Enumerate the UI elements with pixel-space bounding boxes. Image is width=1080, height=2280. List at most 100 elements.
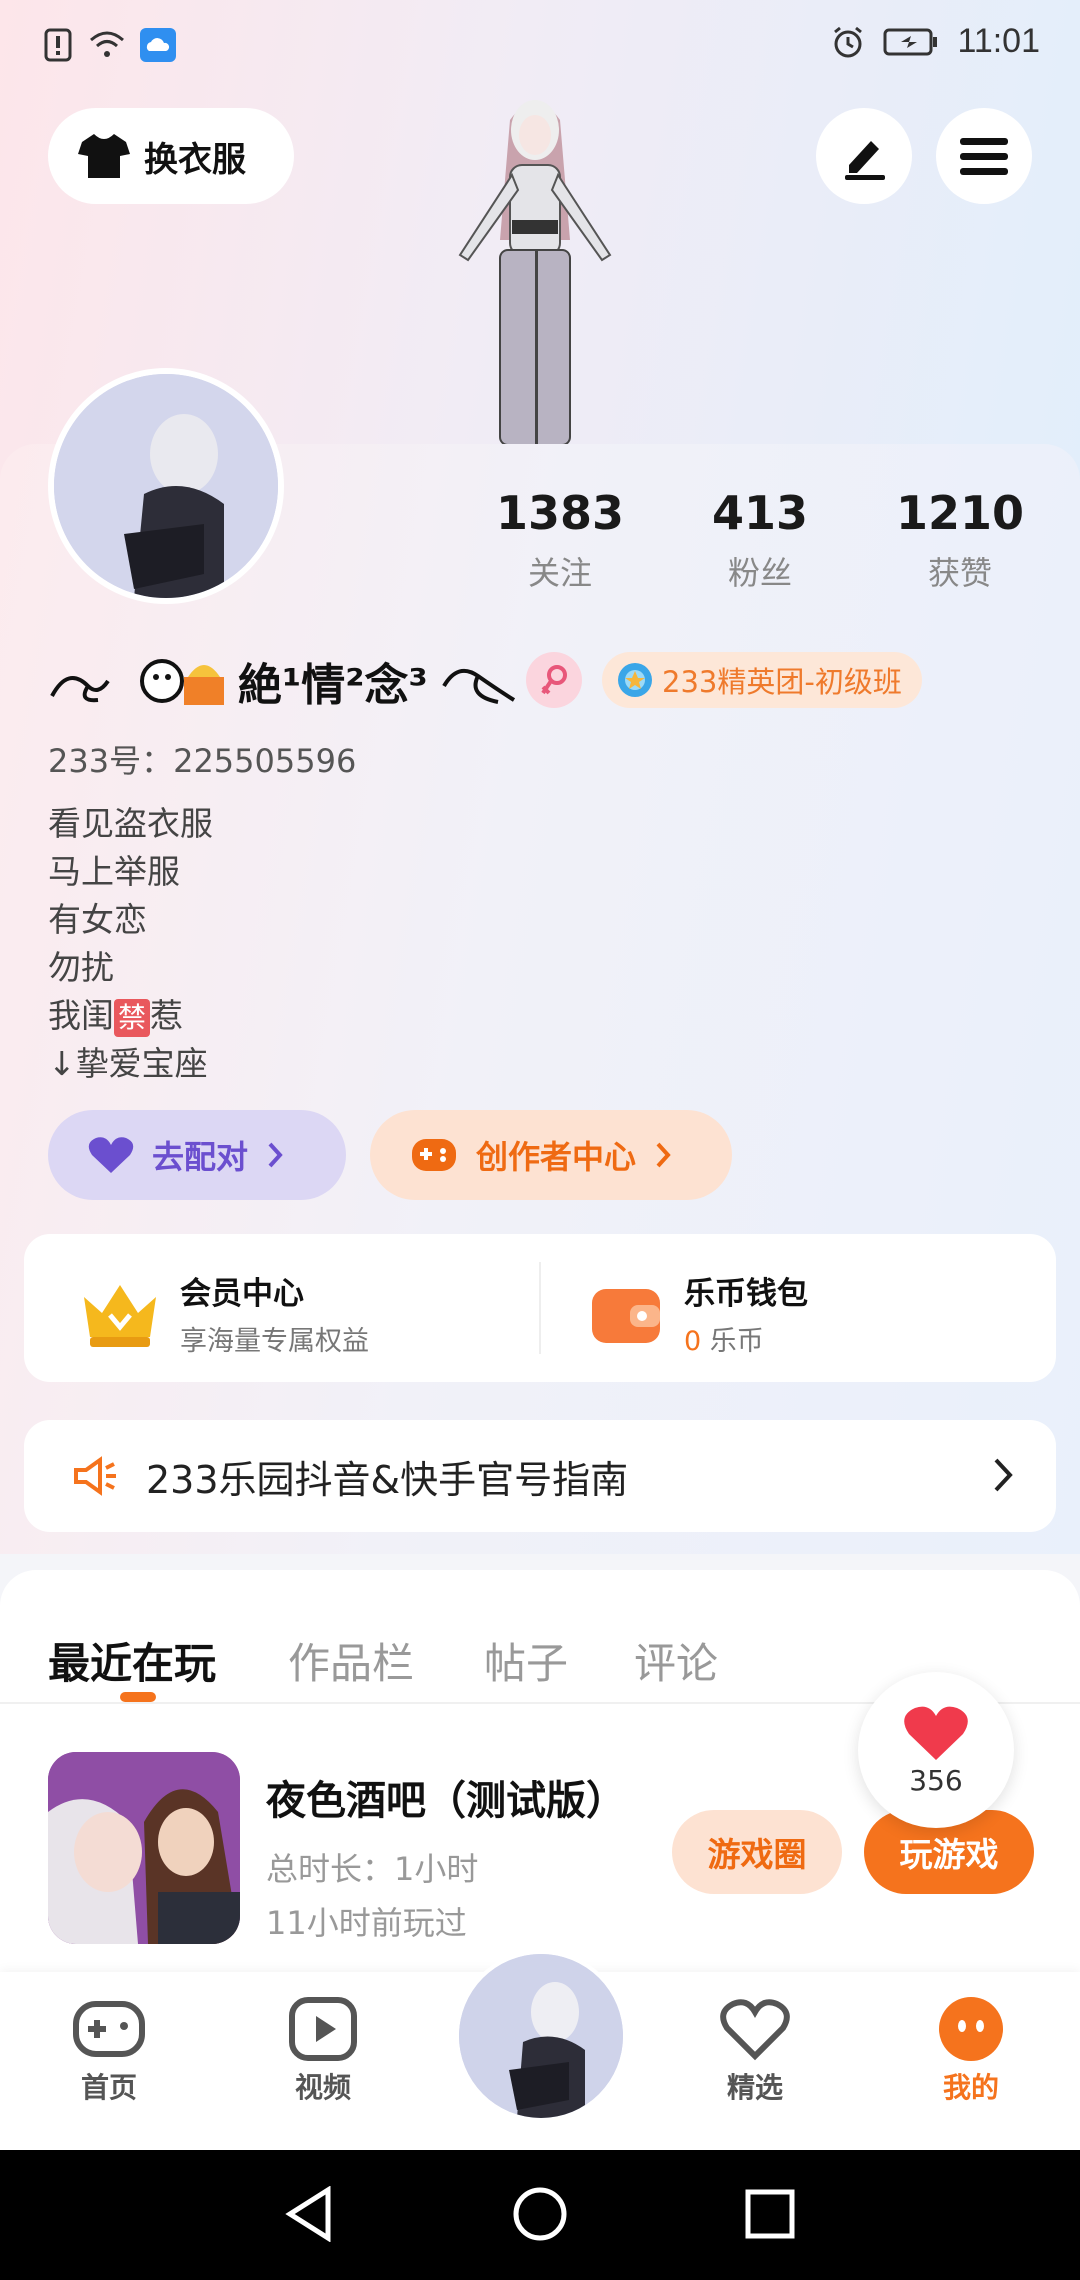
chevron-right-icon xyxy=(268,1142,283,1168)
creator-center-button[interactable]: 创作者中心 xyxy=(370,1110,732,1200)
heart-chat-icon xyxy=(720,1999,790,2061)
nav-avatar-image xyxy=(459,1954,623,2118)
tshirt-icon xyxy=(78,134,130,178)
like-count: 356 xyxy=(909,1763,963,1797)
membership-wallet-card: 会员中心 享海量专属权益 乐币钱包 0 乐币 xyxy=(24,1234,1056,1382)
game-cover-art xyxy=(48,1752,240,1944)
wallet-divider xyxy=(539,1262,541,1354)
stat-fans-label: 粉丝 xyxy=(727,554,792,592)
status-time: 11:01 xyxy=(957,22,1040,60)
nav-featured-label: 精选 xyxy=(726,2071,783,2104)
vip-center-subtitle: 享海量专属权益 xyxy=(180,1326,369,1357)
hamburger-menu-icon xyxy=(960,138,1008,175)
battery-icon xyxy=(883,28,938,55)
home-circle-icon[interactable] xyxy=(512,2186,568,2242)
chevron-right-icon xyxy=(656,1142,671,1168)
bio-line: 勿扰 xyxy=(48,948,114,987)
nav-home[interactable]: 首页 xyxy=(34,1996,184,2106)
chevron-right-icon xyxy=(994,1458,1013,1492)
avatar-character-image xyxy=(54,374,278,598)
bio-line: 看见盗衣服 xyxy=(48,804,213,843)
game-thumbnail[interactable] xyxy=(48,1752,240,1944)
gamepad-home-icon xyxy=(73,2001,145,2057)
coin-wallet-balance: 0 乐币 xyxy=(684,1319,808,1358)
game-title: 夜色酒吧（测试版） xyxy=(266,1778,626,1824)
game-circle-button[interactable]: 游戏圈 xyxy=(672,1810,842,1894)
bio-ban-chip: 禁 xyxy=(114,999,151,1037)
stat-likes-label: 获赞 xyxy=(927,554,992,592)
bio: 看见盗衣服 马上举服 有女恋 勿扰 我闺禁惹 ↓挚爱宝座 xyxy=(48,800,213,1088)
notice-banner[interactable]: 233乐园抖音&快手官号指南 xyxy=(24,1420,1056,1532)
game-last-played: 11小时前玩过 xyxy=(266,1904,467,1942)
crown-icon xyxy=(84,1285,156,1347)
bio-line: 有女恋 xyxy=(48,900,147,939)
change-outfit-button[interactable]: 换衣服 xyxy=(48,108,294,204)
stat-fans-value: 413 xyxy=(711,486,809,540)
bio-line: 我闺禁惹 xyxy=(48,992,213,1040)
coin-wallet-item[interactable]: 乐币钱包 0 乐币 xyxy=(588,1268,808,1358)
user-id: 233号：225505596 xyxy=(48,742,357,780)
wallet-icon xyxy=(592,1289,660,1343)
female-symbol-icon xyxy=(541,665,567,695)
like-bubble[interactable]: 356 xyxy=(858,1672,1014,1828)
recents-square-icon[interactable] xyxy=(744,2186,796,2242)
tab-indicator xyxy=(120,1692,156,1702)
change-outfit-label: 换衣服 xyxy=(144,139,246,180)
bio-line: ↓挚爱宝座 xyxy=(48,1044,208,1083)
nav-mine-label: 我的 xyxy=(942,2071,999,2104)
cloud-app-icon xyxy=(140,28,176,62)
creator-center-label: 创作者中心 xyxy=(476,1138,637,1176)
red-heart-icon xyxy=(904,1706,968,1760)
stat-following-label: 关注 xyxy=(527,554,592,592)
profile-face-icon xyxy=(939,1997,1003,2061)
alert-icon xyxy=(44,28,72,62)
nav-center-avatar[interactable] xyxy=(455,1950,627,2122)
status-bar: 11:01 xyxy=(0,0,1080,92)
profile-avatar[interactable] xyxy=(48,368,284,604)
stat-fans[interactable]: 413 粉丝 xyxy=(660,486,860,594)
back-triangle-icon[interactable] xyxy=(284,2186,336,2242)
title-badge[interactable]: 233精英团-初级班 xyxy=(602,652,922,708)
video-play-icon xyxy=(289,1997,357,2061)
vip-center-item[interactable]: 会员中心 享海量专属权益 xyxy=(80,1268,369,1358)
vip-center-title: 会员中心 xyxy=(180,1276,304,1312)
badge-medal-icon xyxy=(618,663,652,697)
swirl-decoration-left-icon xyxy=(50,676,110,703)
match-button-label: 去配对 xyxy=(152,1138,249,1176)
tab-works[interactable]: 作品栏 xyxy=(288,1630,414,1691)
coin-unit: 乐币 xyxy=(709,1326,764,1357)
match-button[interactable]: 去配对 xyxy=(48,1110,346,1200)
emoji-decoration-icon xyxy=(140,659,224,705)
nickname: 絶¹情²念³ xyxy=(238,660,428,711)
profile-stats: 1383 关注 413 粉丝 1210 获赞 xyxy=(460,486,1060,606)
nav-video-label: 视频 xyxy=(294,2071,351,2104)
nav-featured[interactable]: 精选 xyxy=(680,1996,830,2106)
stat-likes[interactable]: 1210 获赞 xyxy=(860,486,1060,594)
game-duration: 总时长：1小时 xyxy=(266,1850,479,1888)
gamepad-icon xyxy=(412,1139,456,1171)
stat-following[interactable]: 1383 关注 xyxy=(460,486,660,594)
megaphone-icon xyxy=(74,1456,116,1496)
coin-amount: 0 xyxy=(684,1326,702,1357)
tab-posts[interactable]: 帖子 xyxy=(484,1630,568,1691)
edit-pen-icon xyxy=(845,141,885,180)
gender-female-badge xyxy=(526,652,582,708)
stat-following-value: 1383 xyxy=(495,486,625,540)
bio-text: 我闺 xyxy=(48,996,114,1035)
nav-video[interactable]: 视频 xyxy=(248,1996,398,2106)
alarm-icon xyxy=(834,26,863,57)
heart-icon xyxy=(88,1137,134,1173)
wifi-icon xyxy=(90,31,124,57)
coin-wallet-title: 乐币钱包 xyxy=(684,1276,808,1312)
bio-line: 马上举服 xyxy=(48,852,180,891)
nav-mine[interactable]: 我的 xyxy=(896,1996,1046,2106)
system-navigation-bar xyxy=(0,2150,1080,2280)
tab-comments[interactable]: 评论 xyxy=(634,1630,718,1691)
menu-button[interactable] xyxy=(936,108,1032,204)
edit-profile-button[interactable] xyxy=(816,108,912,204)
avatar-3d-figure[interactable] xyxy=(440,90,630,445)
notice-text: 233乐园抖音&快手官号指南 xyxy=(146,1457,629,1502)
bio-text: 惹 xyxy=(150,996,184,1035)
tab-recent-play[interactable]: 最近在玩 xyxy=(48,1630,216,1691)
swirl-decoration-right-icon xyxy=(442,668,515,704)
